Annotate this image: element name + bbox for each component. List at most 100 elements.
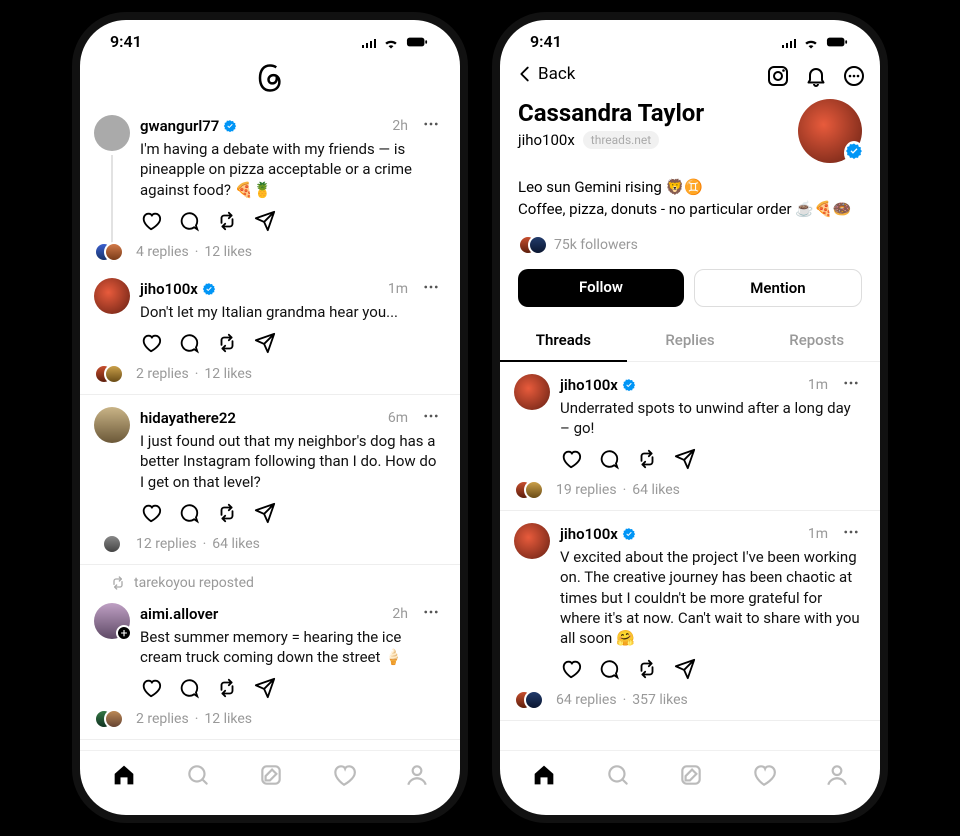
feed-post[interactable]: gwangurl77 2h I'm having a debate with m… xyxy=(80,103,460,266)
likes-count[interactable]: 64 likes xyxy=(632,482,680,498)
feed-post[interactable]: + aimi.allover 2h Best summer memory = h… xyxy=(80,591,460,741)
nav-compose[interactable] xyxy=(258,762,284,792)
send-icon[interactable] xyxy=(254,210,276,232)
comment-icon[interactable] xyxy=(178,332,200,354)
send-icon[interactable] xyxy=(674,448,696,470)
post-username[interactable]: jiho100x xyxy=(140,280,198,298)
reply-avatars[interactable] xyxy=(94,709,130,729)
likes-count[interactable]: 64 likes xyxy=(212,536,260,552)
reply-avatars[interactable] xyxy=(94,364,130,384)
send-icon[interactable] xyxy=(254,677,276,699)
likes-count[interactable]: 12 likes xyxy=(204,244,252,260)
more-button[interactable] xyxy=(418,278,444,300)
like-icon[interactable] xyxy=(140,502,162,524)
tab-reposts[interactable]: Reposts xyxy=(753,319,880,361)
follow-plus-icon[interactable]: + xyxy=(116,625,132,641)
tab-replies[interactable]: Replies xyxy=(627,319,754,361)
profile-avatar[interactable] xyxy=(798,99,862,163)
avatar[interactable] xyxy=(94,407,130,443)
battery-icon xyxy=(404,35,430,49)
profile-screen: 9:41 Back Cassandra Taylor jiho100x thre… xyxy=(500,20,880,815)
reply-avatars[interactable] xyxy=(514,690,550,710)
back-button[interactable]: Back xyxy=(514,63,575,85)
nav-activity[interactable] xyxy=(751,762,777,792)
comment-icon[interactable] xyxy=(178,210,200,232)
avatar[interactable] xyxy=(514,523,550,559)
like-icon[interactable] xyxy=(560,448,582,470)
likes-count[interactable]: 12 likes xyxy=(204,711,252,727)
reply-avatars[interactable] xyxy=(514,480,550,500)
reposted-label-row: tarekoyou reposted xyxy=(80,565,460,591)
follow-button[interactable]: Follow xyxy=(518,269,684,307)
like-icon[interactable] xyxy=(140,210,162,232)
nav-profile[interactable] xyxy=(824,762,850,792)
comment-icon[interactable] xyxy=(598,658,620,680)
reply-avatars[interactable] xyxy=(94,242,130,262)
reply-avatars[interactable] xyxy=(94,534,130,554)
profile-post[interactable]: jiho100x 1m Underrated spots to unwind a… xyxy=(500,362,880,512)
tab-threads[interactable]: Threads xyxy=(500,319,627,361)
comment-icon[interactable] xyxy=(178,502,200,524)
nav-search[interactable] xyxy=(185,762,211,792)
nav-home[interactable] xyxy=(110,761,138,793)
verified-icon xyxy=(202,282,216,296)
send-icon[interactable] xyxy=(674,658,696,680)
replies-count[interactable]: 64 replies xyxy=(556,692,617,708)
post-username[interactable]: jiho100x xyxy=(560,376,618,394)
avatar[interactable] xyxy=(514,374,550,410)
post-username[interactable]: jiho100x xyxy=(560,525,618,543)
avatar[interactable] xyxy=(94,278,130,314)
feed-list: gwangurl77 2h I'm having a debate with m… xyxy=(80,103,460,750)
nav-home[interactable] xyxy=(530,761,558,793)
likes-count[interactable]: 12 likes xyxy=(204,366,252,382)
post-time: 2h xyxy=(392,606,408,622)
more-button[interactable] xyxy=(838,523,864,545)
like-icon[interactable] xyxy=(140,677,162,699)
threads-logo-icon[interactable] xyxy=(255,63,285,93)
repost-icon[interactable] xyxy=(216,210,238,232)
like-icon[interactable] xyxy=(140,332,162,354)
reposted-by[interactable]: tarekoyou reposted xyxy=(134,575,254,591)
profile-post[interactable]: jiho100x 1m V excited about the project … xyxy=(500,511,880,721)
comment-icon[interactable] xyxy=(178,677,200,699)
replies-count[interactable]: 2 replies xyxy=(136,366,189,382)
replies-count[interactable]: 2 replies xyxy=(136,711,189,727)
bell-icon[interactable] xyxy=(804,64,828,88)
nav-search[interactable] xyxy=(605,762,631,792)
feed-post[interactable]: jiho100x 1m Don't let my Italian grandma… xyxy=(80,266,460,395)
more-button[interactable] xyxy=(418,603,444,625)
followers-row[interactable]: 75k followers xyxy=(518,235,862,255)
replies-count[interactable]: 4 replies xyxy=(136,244,189,260)
likes-count[interactable]: 357 likes xyxy=(632,692,688,708)
replies-count[interactable]: 19 replies xyxy=(556,482,617,498)
nav-activity[interactable] xyxy=(331,762,357,792)
more-button[interactable] xyxy=(838,374,864,396)
nav-profile[interactable] xyxy=(404,762,430,792)
avatar[interactable] xyxy=(94,115,130,151)
like-icon[interactable] xyxy=(560,658,582,680)
post-username[interactable]: hidayathere22 xyxy=(140,409,236,427)
repost-icon[interactable] xyxy=(216,502,238,524)
repost-icon[interactable] xyxy=(216,332,238,354)
more-button[interactable] xyxy=(418,115,444,137)
post-username[interactable]: aimi.allover xyxy=(140,605,218,623)
post-username[interactable]: gwangurl77 xyxy=(140,117,219,135)
verified-icon xyxy=(622,527,636,541)
repost-icon[interactable] xyxy=(636,658,658,680)
replies-count[interactable]: 12 replies xyxy=(136,536,197,552)
more-button[interactable] xyxy=(418,407,444,429)
mention-button[interactable]: Mention xyxy=(694,269,862,307)
repost-icon[interactable] xyxy=(636,448,658,470)
nav-compose[interactable] xyxy=(678,762,704,792)
repost-icon[interactable] xyxy=(216,677,238,699)
send-icon[interactable] xyxy=(254,332,276,354)
domain-chip[interactable]: threads.net xyxy=(583,131,659,149)
send-icon[interactable] xyxy=(254,502,276,524)
feed-post[interactable]: hidayathere22 6m I just found out that m… xyxy=(80,395,460,565)
profile-bio: Leo sun Gemini rising 🦁♊️ Coffee, pizza,… xyxy=(518,177,862,221)
more-circle-icon[interactable] xyxy=(842,64,866,88)
instagram-icon[interactable] xyxy=(766,64,790,88)
comment-icon[interactable] xyxy=(598,448,620,470)
status-bar: 9:41 xyxy=(500,20,880,57)
back-label: Back xyxy=(538,64,575,84)
